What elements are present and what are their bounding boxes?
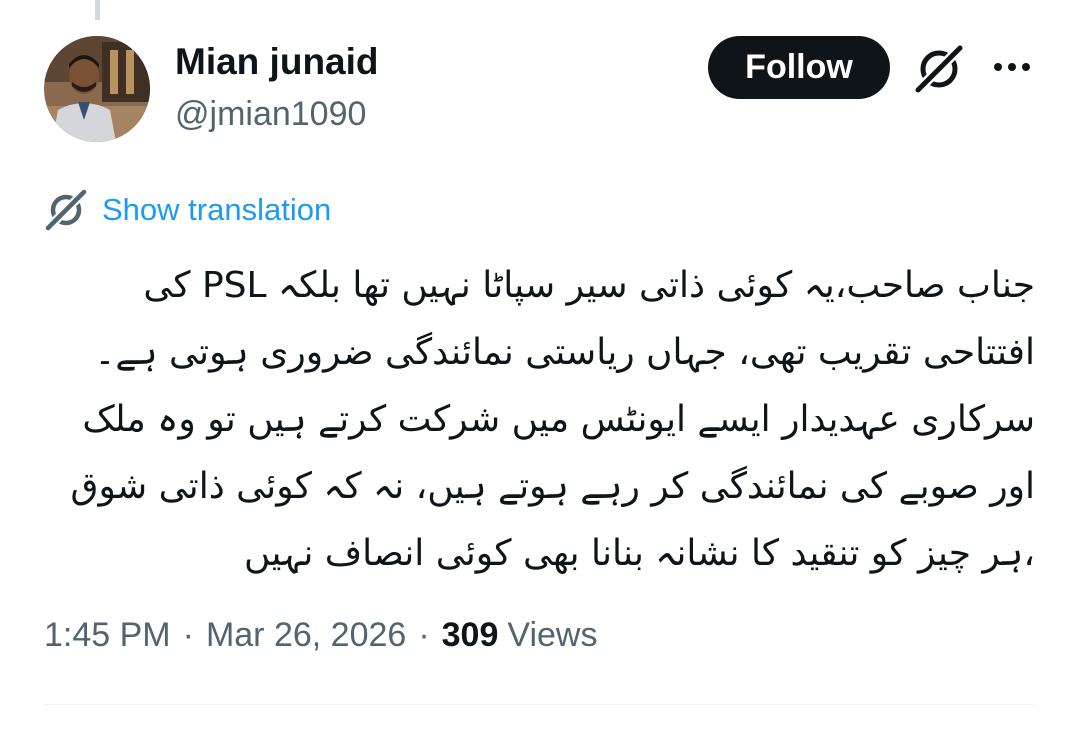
tweet-text: جناب صاحب،یہ کوئی ذاتی سیر سپاٹا نہیں تھ… [44, 252, 1035, 587]
author-display-name[interactable]: Mian junaid [175, 40, 379, 84]
tweet-text-line: سرکاری عہدیدار ایسے ایونٹس میں شرکت کرتے… [82, 399, 1035, 440]
author-handle[interactable]: @jmian1090 [175, 92, 366, 136]
tweet-text-line: جناب صاحب،یہ کوئی ذاتی سیر سپاٹا نہیں تھ… [143, 265, 1035, 306]
thread-connector-line [95, 0, 100, 20]
divider [44, 704, 1035, 705]
show-translation-link[interactable]: Show translation [44, 186, 331, 234]
tweet-metadata: 1:45 PM · Mar 26, 2026 · 309 Views [44, 610, 597, 660]
avatar[interactable] [44, 36, 150, 142]
tweet-date[interactable]: Mar 26, 2026 [206, 616, 406, 655]
meta-separator: · [418, 615, 430, 654]
views-label: Views [507, 615, 598, 654]
grok-icon[interactable] [912, 42, 966, 96]
show-translation-label: Show translation [102, 192, 332, 227]
meta-separator: · [182, 615, 194, 654]
tweet-time[interactable]: 1:45 PM [44, 616, 171, 655]
tweet-text-line: افتتاحی تقریب تھی، جہاں ریاستی نمائندگی … [94, 332, 1035, 373]
follow-button[interactable]: Follow [708, 36, 890, 99]
translate-icon [44, 188, 88, 232]
tweet-text-line: اور صوبے کی نمائندگی کر رہے ہوتے ہیں، نہ… [70, 466, 1035, 507]
more-options-icon[interactable] [990, 50, 1034, 84]
tweet-text-line: ،ہر چیز کو تنقید کا نشانہ بنانا بھی کوئی… [243, 533, 1035, 574]
views-count: 309 [441, 615, 499, 654]
avatar-photo [44, 36, 150, 142]
